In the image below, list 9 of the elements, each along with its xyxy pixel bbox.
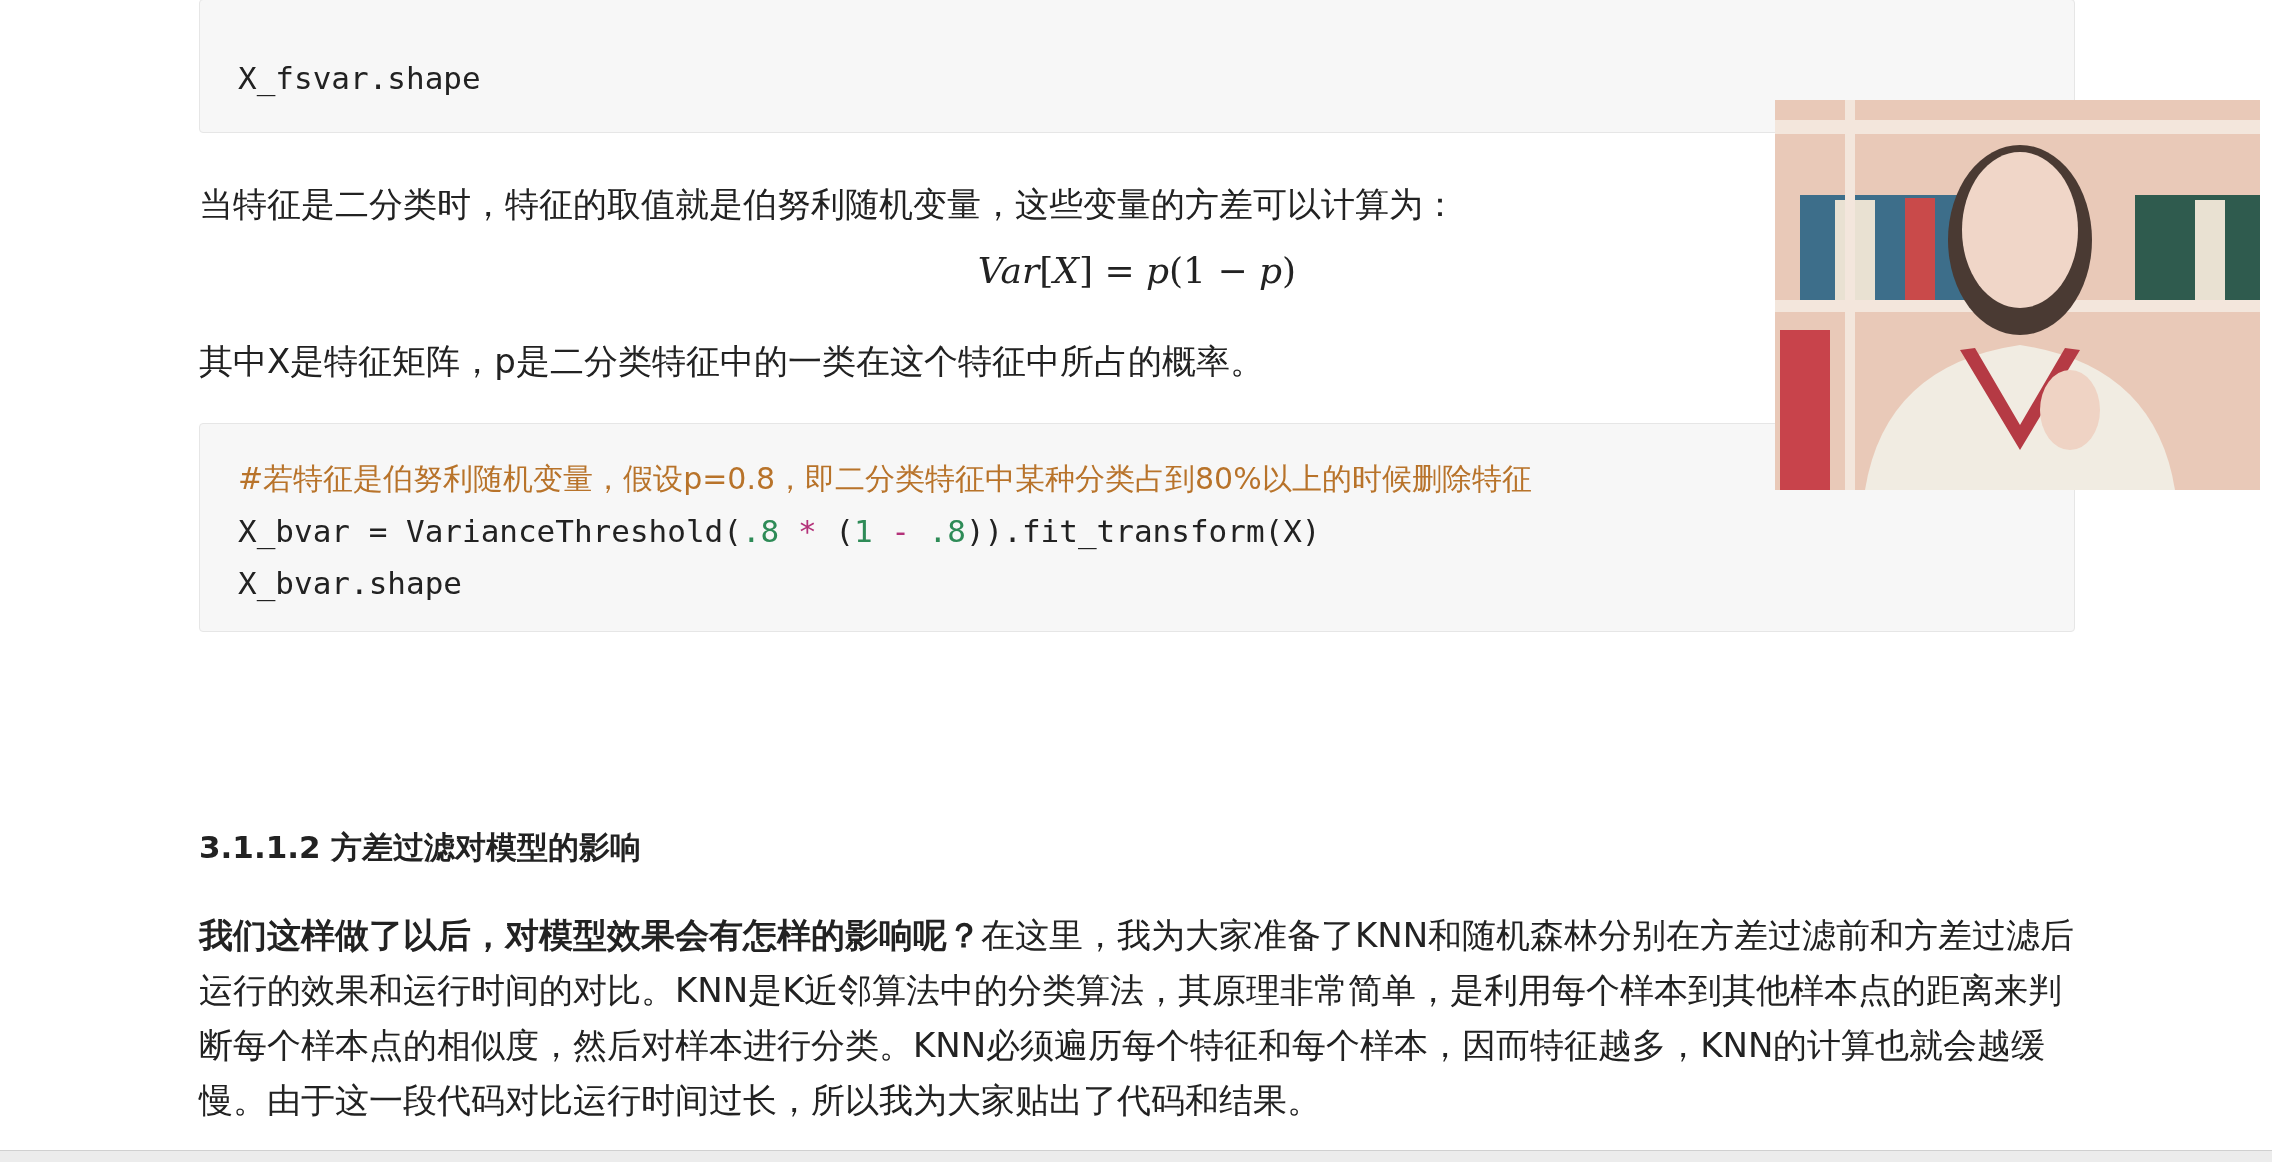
formula: Var[X] = p(1 − p): [977, 249, 1297, 293]
code-line: X_fsvar.shape: [237, 59, 481, 99]
code-line: X_bvar = VarianceThreshold(.8 * (1 - .8)).fit_transform(X): [237, 512, 1321, 552]
code-comment: #若特征是伯努利随机变量，假设p=0.8，即二分类特征中某种分类占到80%以上的时候删除特征: [237, 460, 1532, 498]
section-heading: 3.1.1.2 方差过滤对模型的影响: [199, 828, 642, 867]
paragraph: 我们这样做了以后，对模型效果会有怎样的影响呢？在这里，我为大家准备了KNN和随机森林分别在方差过滤前和方差过滤后运行的效果和运行时间的对比。KNN是K近邻算法中的分类算法，其原理非常简单，是利用每个样本到其他样本点的距离来判断每个样本点的相似度，然后对样本进行分类。KNN必须遍历每个特征和每个样本，因而特征越多，KNN的计算也就会越缓慢。由于这一段代码对比运行时间过长，所以我为大家贴出了代码和结果。: [199, 914, 2076, 1122]
code-line: X_bvar.shape: [237, 564, 462, 604]
paragraph: 当特征是二分类时，特征的取值就是伯努利随机变量，这些变量的方差可以计算为：: [199, 183, 1458, 226]
paragraph: 其中X是特征矩阵，p是二分类特征中的一类在这个特征中所占的概率。: [199, 340, 1265, 383]
